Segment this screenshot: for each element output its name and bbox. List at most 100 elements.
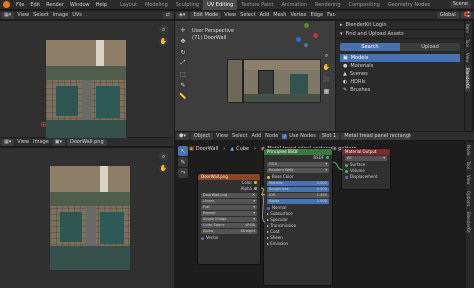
materials-icon: ● [343,63,348,69]
node-menu-view[interactable]: View [214,133,230,139]
uv-menu-image[interactable]: Image [51,12,71,18]
menu-file[interactable]: File [13,2,27,8]
tab-search[interactable]: Search [340,42,400,51]
node-menu-select[interactable]: Select [230,133,249,139]
side-tab-view[interactable]: View [465,50,470,66]
category-brushes[interactable]: ✎ Brushes [340,86,460,94]
right-header: Global 🧲 [336,11,474,20]
viewport-header: ◈▾ Edit Mode View Select Add Mesh Vertex… [175,11,350,20]
viewport-menu-mesh[interactable]: Mesh [271,12,288,18]
category-models[interactable]: ▣ Models [340,54,460,62]
uv-pan-icon[interactable]: ✋ [159,37,168,46]
scene-selector[interactable]: Scene [449,1,471,8]
tab-rendering[interactable]: Rendering [311,0,345,10]
tab-compositing[interactable]: Compositing [345,0,384,10]
category-materials[interactable]: ● Materials [340,62,460,70]
viewport-ortho-icon[interactable]: ▦ [322,87,331,96]
node-editor-canvas[interactable]: ▣ DoorWall › ▲ Cube › ● Metal tread pane… [175,142,465,288]
menu-window[interactable]: Window [67,2,93,8]
viewport-pan-icon[interactable]: ✋ [322,63,331,72]
material-name-field[interactable]: Metal tread panel rectangle pat [341,132,412,140]
tab-animation[interactable]: Animation [277,0,311,10]
menu-help[interactable]: Help [93,2,110,8]
tab-uv-editing[interactable]: UV Editing [203,0,238,10]
tab-geometry-nodes[interactable]: Geometry Nodes [384,0,434,10]
viewport-menu-add[interactable]: Add [258,12,272,18]
transform-tool-icon[interactable]: ⬚ [178,69,188,79]
cursor-2d-icon[interactable]: ⊕ [40,121,48,129]
wall-side-mesh[interactable] [227,59,243,103]
image-editor-type-icon[interactable]: ▦▾ [1,138,15,146]
blenderkit-login-row[interactable]: ▸ BlenderKit Login [336,21,464,30]
uv-menu-select[interactable]: Select [31,12,50,18]
viewport-zoom-icon[interactable]: ⌕ [322,51,331,60]
node-menu-node[interactable]: Node [263,133,280,139]
viewport-type-icon[interactable]: ◈▾ [176,11,189,19]
navigation-gizmo[interactable] [293,23,319,49]
snap-icon[interactable]: 🧲 [460,11,473,19]
slot-selector[interactable]: Slot 1 [318,132,340,140]
node-side-tab-view[interactable]: View [466,172,471,188]
orientation-selector[interactable]: Global [436,11,459,19]
use-nodes-checkbox[interactable]: ✓ Use Nodes [280,133,318,139]
models-icon: ▣ [343,55,348,61]
viewport-menu-vertex[interactable]: Vertex [288,12,308,18]
viewport-menu-view[interactable]: View [222,12,238,18]
find-upload-label[interactable]: Find and Upload Assets [346,31,404,37]
tab-sculpting[interactable]: Sculpting [172,0,203,10]
editor-type-icon[interactable]: ▦▾ [1,11,15,19]
uv-menu-uvs[interactable]: UVs [70,12,84,18]
uv-editor-canvas[interactable]: ⌕ ✋ ⊕ [0,21,174,139]
viewport-menu-select[interactable]: Select [238,12,257,18]
top-bar: File Edit Render Window Help Layout Mode… [0,0,474,10]
node-side-tab-options[interactable]: Options [466,188,471,209]
side-tab-item[interactable]: Item [465,21,470,36]
node-links [260,161,344,223]
tab-texture-paint[interactable]: Texture Paint [237,0,277,10]
tab-modeling[interactable]: Modeling [141,0,172,10]
find-upload-row[interactable]: ▾ Find and Upload Assets [336,30,464,39]
side-tab-blenderkit[interactable]: BlenderKit [465,65,470,93]
blender-logo-icon[interactable] [3,1,10,8]
scale-tool-icon[interactable]: ⤢ [178,58,188,68]
viewport-menu-edge[interactable]: Edge [309,12,326,18]
blenderkit-login-label[interactable]: BlenderKit Login [346,22,387,28]
viewport-canvas[interactable]: ✛ ✥ ↻ ⤢ ⬚ ✎ 📏 User Perspective (71) Door… [175,21,335,131]
cursor-tool-icon[interactable]: ✛ [178,25,188,35]
blenderkit-panel: ▸ BlenderKit Login ▾ Find and Upload Ass… [336,21,464,131]
image-menu-view[interactable]: View [15,139,31,145]
image-zoom-icon[interactable]: ⌕ [159,152,168,161]
image-pan-icon[interactable]: ✋ [159,164,168,173]
node-side-tab-tool[interactable]: Tool [466,158,471,172]
wall-mesh[interactable] [243,59,321,103]
mode-selector[interactable]: Edit Mode [190,11,222,19]
tab-layout[interactable]: Layout [116,0,141,10]
uv-sync-icon[interactable]: ⇄ [162,11,173,19]
node-side-tabs: Node Tool View Options BlenderKit [465,142,473,288]
uv-menu-view[interactable]: View [15,12,31,18]
image-editor-canvas[interactable]: ⌕ ✋ [0,148,174,288]
shader-type-selector[interactable]: Object [190,132,214,140]
uv-zoom-icon[interactable]: ⌕ [159,25,168,34]
annotate-tool-icon[interactable]: ✎ [178,80,188,90]
image-browse-icon[interactable]: ▣▾ [51,138,66,146]
viewport-toolbar: ✛ ✥ ↻ ⤢ ⬚ ✎ 📏 [178,24,188,102]
menu-render[interactable]: Render [43,2,67,8]
node-side-tab-node[interactable]: Node [466,142,471,158]
image-name-field[interactable]: DoorWall.png [67,138,107,146]
viewport-object-label: (71) DoorWall [192,35,227,41]
viewport-camera-icon[interactable]: 🎥 [322,75,331,84]
image-menu-image[interactable]: Image [31,139,51,145]
viewport-perspective-label: User Perspective [192,28,234,34]
category-scenes[interactable]: ▲ Scenes [340,70,460,78]
menu-edit[interactable]: Edit [27,2,43,8]
node-side-tab-blenderkit[interactable]: BlenderKit [466,209,471,236]
rotate-tool-icon[interactable]: ↻ [178,47,188,57]
move-tool-icon[interactable]: ✥ [178,36,188,46]
node-menu-add[interactable]: Add [249,133,263,139]
measure-tool-icon[interactable]: 📏 [178,91,188,101]
side-tab-tool[interactable]: Tool [465,36,470,50]
node-editor-type-icon[interactable]: ⬢▾ [176,132,189,140]
tab-upload[interactable]: Upload [400,42,460,51]
category-hdris[interactable]: ◐ HDRIs [340,78,460,86]
